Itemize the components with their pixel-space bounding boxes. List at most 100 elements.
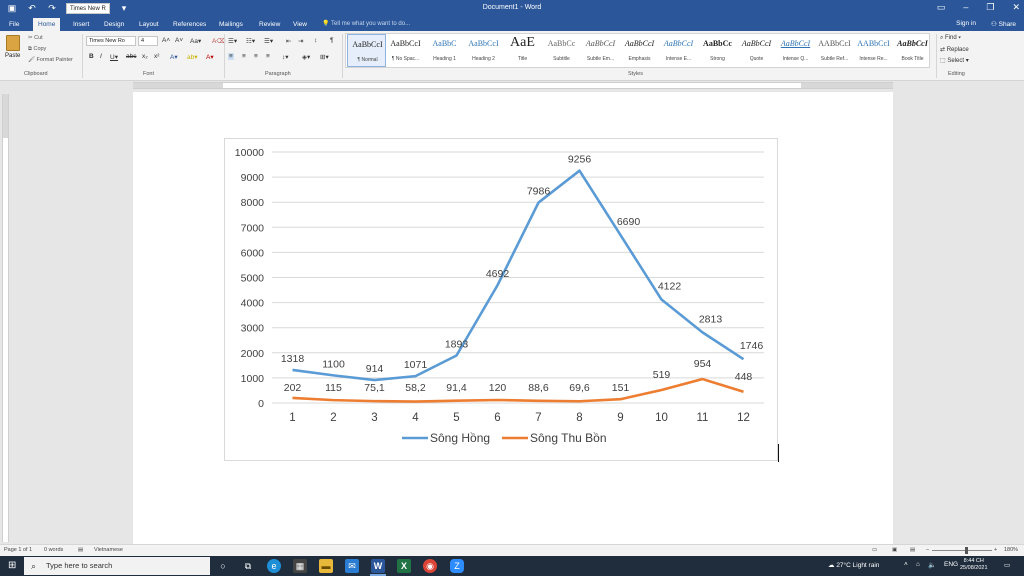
zoom-level[interactable]: 180%	[1004, 547, 1018, 553]
volume-icon[interactable]: 🔈	[928, 561, 936, 569]
page-count[interactable]: Page 1 of 1	[4, 547, 32, 553]
font-name-box[interactable]: Times New Ro	[86, 36, 136, 46]
shading-icon[interactable]: ◈▾	[302, 53, 310, 61]
tab-home[interactable]: Home	[33, 18, 61, 31]
zoom-out-icon[interactable]: –	[926, 547, 929, 553]
style-heading-1[interactable]: AaBbC Heading 1	[425, 34, 464, 67]
proofing-icon[interactable]: ▤	[78, 547, 83, 553]
bold-icon[interactable]: B	[89, 53, 94, 60]
file-explorer-icon[interactable]: ▬	[319, 559, 333, 573]
paste-button[interactable]: Paste	[5, 53, 20, 59]
excel-icon[interactable]: X	[397, 559, 411, 573]
word-icon[interactable]: W	[371, 559, 385, 573]
strikethrough-icon[interactable]: abc	[126, 53, 136, 60]
share-button[interactable]: ⚇ Share	[991, 20, 1016, 28]
borders-icon[interactable]: ⊞▾	[320, 53, 329, 61]
shrink-font-icon[interactable]: A˅	[175, 37, 183, 44]
sign-in-link[interactable]: Sign in	[956, 20, 976, 27]
select-button[interactable]: ⬚ Select ▾	[940, 57, 969, 64]
web-layout-icon[interactable]: ▤	[910, 547, 915, 553]
tab-mailings[interactable]: Mailings	[214, 18, 248, 31]
tab-references[interactable]: References	[168, 18, 211, 31]
zoom-slider[interactable]	[932, 550, 992, 551]
increase-indent-icon[interactable]: ⇥	[298, 37, 303, 45]
language-indicator[interactable]: Vietnamese	[94, 547, 123, 553]
cortana-icon[interactable]: ○	[216, 559, 230, 573]
align-left-icon[interactable]: ≡	[228, 53, 234, 60]
restore-button[interactable]: ❐	[986, 2, 994, 13]
zoom-slider-thumb[interactable]	[965, 547, 968, 554]
style-strong[interactable]: AaBbCc Strong	[698, 34, 737, 67]
system-clock[interactable]: 8:44 CH 25/08/2021	[960, 558, 988, 572]
grow-font-icon[interactable]: A˄	[162, 37, 170, 44]
tell-me-box[interactable]: 💡 Tell me what you want to do...	[322, 20, 410, 27]
line-spacing-icon[interactable]: ↕▾	[282, 53, 289, 61]
read-mode-icon[interactable]: ▭	[872, 547, 877, 553]
ribbon-display-icon[interactable]: ▭	[937, 2, 946, 13]
align-center-icon[interactable]: ≡	[242, 53, 246, 60]
tab-insert[interactable]: Insert	[68, 18, 94, 31]
style-title[interactable]: AaE Title	[503, 34, 542, 67]
style-subtle-reference[interactable]: AABbCcI Subtle Ref...	[815, 34, 854, 67]
superscript-icon[interactable]: x²	[154, 53, 159, 60]
chrome-icon[interactable]: ◉	[423, 559, 437, 573]
taskbar-search[interactable]: ⌕ Type here to search	[24, 557, 210, 575]
close-button[interactable]: ✕	[1012, 2, 1020, 13]
cut-button[interactable]: ✂ Cut	[28, 35, 43, 41]
print-layout-icon[interactable]: ▣	[892, 547, 897, 553]
align-right-icon[interactable]: ≡	[254, 53, 258, 60]
tab-design[interactable]: Design	[99, 18, 129, 31]
mail-icon[interactable]: ✉	[345, 559, 359, 573]
style-no-spacing[interactable]: AaBbCcI ¶ No Spac...	[386, 34, 425, 67]
style-intense-reference[interactable]: AABbCcI Intense Re...	[854, 34, 893, 67]
tab-file[interactable]: File	[4, 18, 24, 31]
style-intense-quote[interactable]: AaBbCcI Intense Q...	[776, 34, 815, 67]
style-intense-emphasis[interactable]: AaBbCcI Intense E...	[659, 34, 698, 67]
numbering-icon[interactable]: ☷▾	[246, 37, 255, 45]
highlight-icon[interactable]: ab▾	[187, 53, 198, 61]
style-book-title[interactable]: AaBbCcI Book Title	[893, 34, 932, 67]
copy-button[interactable]: ⧉ Copy	[28, 46, 46, 53]
style-subtle-emphasis[interactable]: AaBbCcI Subtle Em...	[581, 34, 620, 67]
style-normal[interactable]: AaBbCcI ¶ Normal	[347, 34, 386, 67]
italic-icon[interactable]: I	[100, 53, 102, 60]
zalo-icon[interactable]: Z	[450, 559, 464, 573]
line-chart[interactable]: 0 1000 2000 3000 4000 5000 6000 7000 8000 9000 100…	[224, 138, 778, 461]
change-case-icon[interactable]: Aa▾	[190, 37, 201, 45]
network-icon[interactable]: ⌂	[916, 561, 920, 568]
bullets-icon[interactable]: ☰▾	[228, 37, 237, 45]
zoom-in-icon[interactable]: +	[994, 547, 997, 553]
language-tray[interactable]: ENG	[944, 561, 958, 568]
windows-start-icon[interactable]: ⊞	[8, 560, 16, 571]
style-quote[interactable]: AaBbCcI Quote	[737, 34, 776, 67]
underline-icon[interactable]: U▾	[110, 53, 118, 61]
text-effects-icon[interactable]: A▾	[170, 53, 178, 61]
find-button[interactable]: ⌕ Find ▾	[940, 35, 961, 42]
replace-button[interactable]: ⇄ Replace	[940, 46, 969, 53]
sort-icon[interactable]: ↕	[314, 37, 317, 44]
style-subtitle[interactable]: AaBbCc Subtitle	[542, 34, 581, 67]
style-emphasis[interactable]: AaBbCcI Emphasis	[620, 34, 659, 67]
multilevel-list-icon[interactable]: ☰▾	[264, 37, 273, 45]
style-heading-2[interactable]: AaBbCcI Heading 2	[464, 34, 503, 67]
font-color-icon[interactable]: A▾	[206, 53, 214, 61]
word-count[interactable]: 0 words	[44, 547, 63, 553]
notification-icon[interactable]: ▭	[1004, 561, 1010, 569]
minimize-button[interactable]: –	[963, 2, 968, 13]
paste-icon[interactable]	[6, 35, 20, 51]
edge-icon[interactable]: e	[267, 559, 281, 573]
tab-review[interactable]: Review	[254, 18, 285, 31]
font-size-box[interactable]: 4	[138, 36, 158, 46]
decrease-indent-icon[interactable]: ⇤	[286, 37, 291, 45]
subscript-icon[interactable]: x₂	[142, 53, 148, 60]
show-marks-icon[interactable]: ¶	[330, 37, 334, 44]
tab-layout[interactable]: Layout	[134, 18, 164, 31]
task-view-icon[interactable]: ⧉	[241, 559, 255, 573]
weather-widget[interactable]: ☁ 27°C Light rain	[828, 561, 879, 569]
store-icon[interactable]: ▦	[293, 559, 307, 573]
tab-view[interactable]: View	[288, 18, 312, 31]
format-painter-button[interactable]: 🖌 Format Painter	[28, 57, 73, 63]
horizontal-ruler[interactable]	[133, 82, 893, 89]
show-hidden-icons[interactable]: ˄	[904, 561, 908, 568]
vertical-ruler[interactable]	[2, 94, 9, 542]
